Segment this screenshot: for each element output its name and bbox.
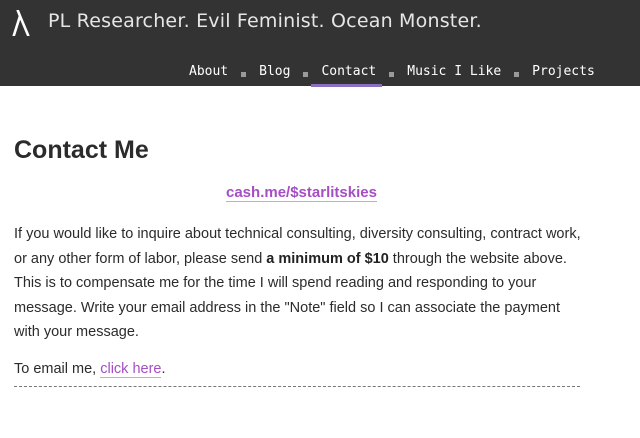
nav-contact[interactable]: Contact bbox=[311, 58, 383, 87]
cash-me-link[interactable]: cash.me/$starlitskies bbox=[226, 184, 377, 202]
email-line: To email me, click here. bbox=[14, 358, 166, 380]
nav-music[interactable]: Music I Like bbox=[407, 58, 501, 86]
nav-about[interactable]: About bbox=[189, 58, 228, 86]
nav-projects[interactable]: Projects bbox=[532, 58, 595, 86]
nav-separator bbox=[514, 71, 520, 77]
nav-separator bbox=[389, 71, 395, 77]
contact-paragraph: If you would like to inquire about techn… bbox=[14, 222, 584, 345]
nav-blog[interactable]: Blog bbox=[259, 58, 290, 86]
site-title[interactable]: PL Researcher. Evil Feminist. Ocean Mons… bbox=[48, 10, 482, 32]
minimum-amount: a minimum of $10 bbox=[266, 250, 389, 267]
email-suffix: . bbox=[161, 361, 166, 377]
dashed-divider bbox=[14, 386, 580, 387]
nav-separator bbox=[241, 71, 247, 77]
nav-separator bbox=[303, 71, 309, 77]
email-prefix: To email me, bbox=[14, 361, 101, 377]
page-title: Contact Me bbox=[14, 136, 149, 164]
site-header: PL Researcher. Evil Feminist. Ocean Mons… bbox=[0, 0, 640, 87]
main-nav: About Blog Contact Music I Like Projects bbox=[189, 58, 595, 87]
lambda-icon[interactable] bbox=[12, 10, 30, 36]
email-link[interactable]: click here bbox=[100, 361, 162, 378]
